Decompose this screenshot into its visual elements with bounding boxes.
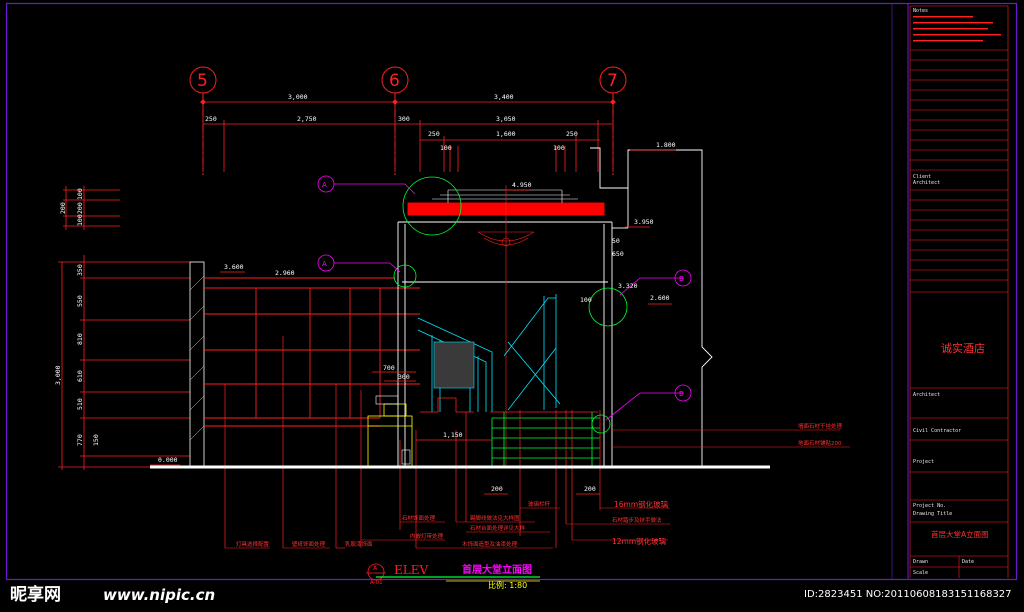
tb-label-scale: Scale bbox=[913, 570, 928, 576]
tb-label-architect-top: Architect bbox=[913, 180, 940, 186]
tb-drawing-name: 首层大堂A立面图 bbox=[931, 529, 989, 539]
note-stone-finish: 石材饰面处理 bbox=[402, 514, 436, 522]
dim-300-b: 300 bbox=[398, 373, 410, 381]
dim-100-a: 100 bbox=[440, 144, 452, 152]
level-650: 650 bbox=[612, 250, 624, 258]
dim-50: 50 bbox=[612, 237, 620, 245]
tag-b-2: B bbox=[679, 390, 684, 398]
dim-300: 300 bbox=[398, 115, 410, 123]
level-0000: 0.000 bbox=[158, 456, 178, 464]
tag-a-1: A bbox=[322, 181, 327, 189]
watermark-url: www.nipic.cn bbox=[103, 586, 215, 604]
note-wood-veneer: 木饰面造型及油漆处理 bbox=[462, 540, 518, 548]
dim-left-810: 810 bbox=[76, 333, 84, 345]
drawing-scale: 比例: 1:80 bbox=[488, 580, 527, 590]
note-stone-cladding: 墙面石材干挂处理 bbox=[798, 422, 843, 430]
dim-left-total: 3,000 bbox=[54, 365, 62, 385]
tb-label-project-no: Project No. bbox=[913, 503, 946, 509]
title-tag-bottom: A-01 bbox=[370, 580, 383, 586]
note-12mm-glass: 12mm钢化玻璃 bbox=[612, 536, 667, 546]
tb-label-architect: Architect bbox=[913, 392, 940, 398]
dim-250-b: 250 bbox=[428, 130, 440, 138]
tb-label-notes: Notes bbox=[913, 8, 928, 14]
tag-b-1: B bbox=[679, 275, 684, 283]
dim-left-100b: 100 bbox=[76, 214, 84, 226]
dim-left-100a: 100 bbox=[76, 188, 84, 200]
dim-100-b: 100 bbox=[553, 144, 565, 152]
level-4950: 4.950 bbox=[512, 181, 532, 189]
note-stair-handrail: 石材踏步及扶手做法 bbox=[612, 516, 662, 524]
dim-700: 700 bbox=[383, 364, 395, 372]
dim-left-150: 150 bbox=[92, 434, 100, 446]
note-skirting: 踢脚线做法见大样图 bbox=[470, 514, 520, 522]
left-dimension-lines bbox=[58, 186, 190, 470]
tag-a-2: A bbox=[322, 260, 327, 268]
dim-left-350: 350 bbox=[76, 264, 84, 276]
title-elev: ELEV bbox=[394, 563, 428, 577]
note-latex-paint: 乳胶漆饰面 bbox=[345, 540, 373, 548]
dim-left-610: 610 bbox=[76, 370, 84, 382]
dim-100-c: 100 bbox=[580, 296, 592, 304]
drawing-title: 首层大堂立面图 bbox=[462, 563, 532, 576]
dim-left-770: 770 bbox=[76, 434, 84, 446]
tb-label-date: Date bbox=[962, 559, 974, 565]
watermark-logo: 昵享网 bbox=[10, 584, 61, 605]
tb-label-drawing-title: Drawing Title bbox=[913, 511, 952, 517]
tb-hotel-name: 诚实酒店 bbox=[941, 341, 985, 355]
dim-200-a: 200 bbox=[491, 485, 503, 493]
note-glass-rail: 玻璃栏杆 bbox=[528, 500, 551, 508]
dim-left-510: 510 bbox=[76, 398, 84, 410]
level-3600: 3.600 bbox=[224, 263, 244, 271]
dim-1150: 1,150 bbox=[443, 431, 463, 439]
elevation-linework bbox=[150, 147, 770, 548]
dim-200-b: 200 bbox=[584, 485, 596, 493]
top-dimension-lines bbox=[202, 98, 614, 172]
level-2600: 2.600 bbox=[650, 294, 670, 302]
level-3950: 3.950 bbox=[634, 218, 654, 226]
dim-3050: 3,050 bbox=[496, 115, 516, 123]
tb-label-contractor: Civil Contractor bbox=[913, 428, 961, 434]
note-16mm-glass: 16mm钢化玻璃 bbox=[614, 499, 669, 509]
cad-elevation-drawing: Notes Client Architect 诚实酒店 Architect Ci… bbox=[5, 2, 1018, 605]
level-2960: 2.960 bbox=[275, 269, 295, 277]
grid-axis-7: 7 bbox=[607, 71, 618, 91]
note-floor-stone: 地面石材铺贴200 bbox=[798, 439, 842, 447]
level-3320: 3.320 bbox=[618, 282, 638, 290]
note-light-strip: 内嵌灯带处理 bbox=[410, 532, 444, 540]
dim-2750: 2,750 bbox=[297, 115, 317, 123]
dim-1600: 1,600 bbox=[496, 130, 516, 138]
title-block: Notes Client Architect 诚实酒店 Architect Ci… bbox=[909, 5, 1009, 578]
dim-left-200b: 200 bbox=[76, 202, 84, 214]
sheet-border bbox=[5, 2, 1018, 581]
grid-axis-6: 6 bbox=[389, 71, 400, 91]
dim-left-200a: 200 bbox=[59, 202, 67, 214]
note-wallpaper: 壁纸饰面处理 bbox=[292, 540, 326, 548]
dim-3400: 3,400 bbox=[494, 93, 514, 101]
watermark-id: ID:2823451 NO:20110608183151168327 bbox=[804, 589, 1012, 600]
tb-label-project: Project bbox=[913, 459, 934, 465]
title-tag-top: A bbox=[373, 565, 378, 572]
dim-250-c: 250 bbox=[566, 130, 578, 138]
dim-3000: 3,000 bbox=[288, 93, 308, 101]
level-1800: 1.800 bbox=[656, 141, 676, 149]
tb-label-drawn: Drawn bbox=[913, 559, 928, 565]
grid-axis-5: 5 bbox=[197, 71, 208, 91]
dim-left-550: 550 bbox=[76, 295, 84, 307]
note-lighting: 灯具选择配置 bbox=[236, 540, 270, 548]
dim-250-a: 250 bbox=[205, 115, 217, 123]
note-stone-counter: 石材台面处理详见大样 bbox=[470, 524, 526, 532]
